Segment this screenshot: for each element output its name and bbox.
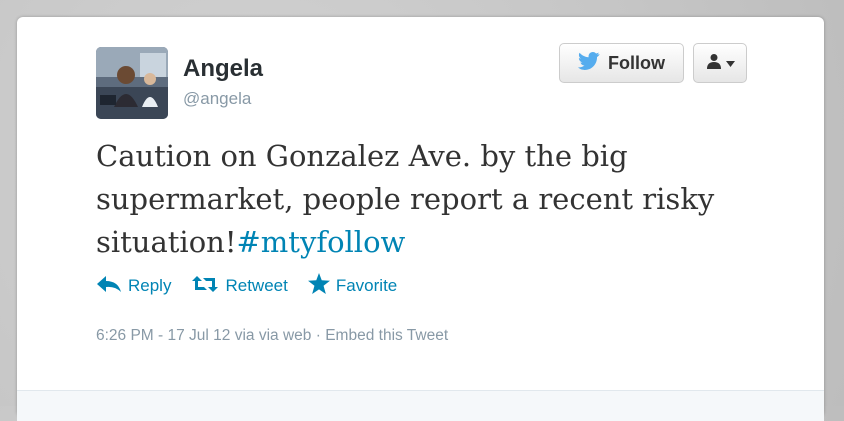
reply-label: Reply xyxy=(128,276,172,295)
user-icon xyxy=(706,53,722,74)
source-text: via via web xyxy=(234,327,312,344)
avatar[interactable] xyxy=(96,47,168,119)
hashtag-link[interactable]: #mtyfollow xyxy=(237,225,406,259)
retweet-icon xyxy=(191,275,219,298)
tweet-card: Angela @angela Follow Caution on Gonzale… xyxy=(17,17,824,421)
author-name[interactable]: Angela xyxy=(183,55,263,83)
follow-label: Follow xyxy=(608,52,665,73)
chevron-down-icon xyxy=(725,54,735,72)
tweet-meta: 6:26 PM - 17 Jul 12 via via web · Embed … xyxy=(96,327,448,345)
meta-separator: · xyxy=(315,327,321,344)
favorite-label: Favorite xyxy=(335,276,398,295)
embed-tweet-link[interactable]: Embed this Tweet xyxy=(325,327,448,344)
favorite-button[interactable]: Favorite xyxy=(307,273,398,299)
tweet-actions: Reply Retweet Favorite xyxy=(96,273,397,299)
author-handle[interactable]: @angela xyxy=(183,89,251,109)
user-actions-button[interactable] xyxy=(693,43,747,83)
tweet-text: Caution on Gonzalez Ave. by the big supe… xyxy=(96,135,736,264)
timestamp-link[interactable]: 6:26 PM - 17 Jul 12 xyxy=(96,327,230,344)
reply-icon xyxy=(96,275,122,298)
star-icon xyxy=(307,273,330,299)
retweet-label: Retweet xyxy=(225,276,288,295)
twitter-bird-icon xyxy=(578,51,600,75)
retweet-button[interactable]: Retweet xyxy=(191,275,288,298)
reply-button[interactable]: Reply xyxy=(96,275,171,298)
follow-button[interactable]: Follow xyxy=(559,43,684,83)
